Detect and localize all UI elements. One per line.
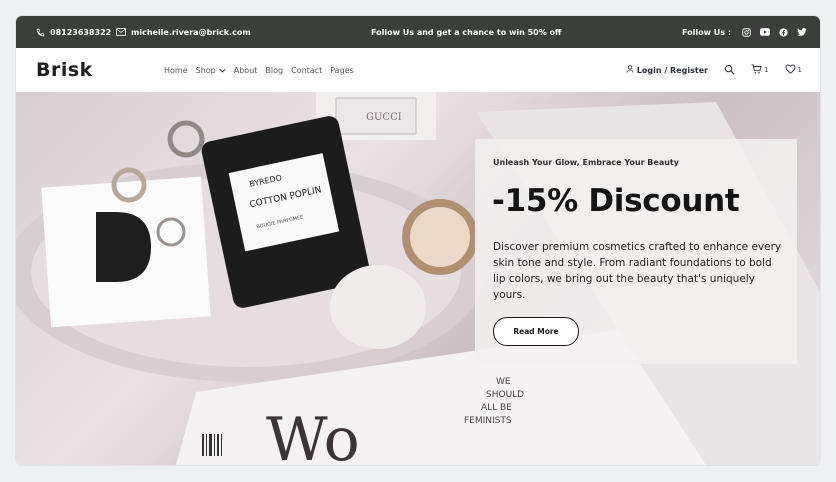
instagram-icon[interactable] [742, 27, 751, 37]
magazine-text-2: SHOULD [486, 390, 524, 400]
chevron-down-icon [219, 66, 226, 75]
magazine-headline-art: Wo [266, 405, 360, 465]
top-bar: 08123638322 michelle.rivera@brick.com Fo… [16, 16, 820, 48]
login-register-link[interactable]: Login / Register [626, 65, 708, 75]
hero-description: Discover premium cosmetics crafted to en… [493, 241, 782, 301]
hero-banner: GUCCI Wo WE SHOULD ALL BE FEMINISTS BYRE… [16, 92, 820, 465]
facebook-icon[interactable] [779, 27, 788, 37]
cart-count: 1 [764, 66, 769, 74]
magazine-text-4: FEMINISTS [464, 416, 512, 426]
email-contact[interactable]: michelle.rivera@brick.com [116, 16, 251, 48]
youtube-icon[interactable] [760, 28, 771, 36]
magazine-text-1: WE [496, 377, 511, 387]
phone-number: 08123638322 [50, 27, 112, 37]
promo-label: Follow Us and get a chance to win 50% of… [371, 27, 562, 37]
promo-card: Unleash Your Glow, Embrace Your Beauty -… [475, 139, 797, 364]
cart-button[interactable]: 1 [751, 64, 769, 76]
magazine-text-3: ALL BE [481, 403, 512, 413]
nav-item-shop[interactable]: Shop [196, 66, 226, 75]
brand-logo[interactable]: Brisk [36, 59, 93, 81]
nav-item-shop-label: Shop [195, 65, 216, 75]
nav-menu: Home Shop About Blog Contact Pages [164, 48, 354, 92]
search-icon[interactable] [724, 64, 735, 77]
envelope-icon [116, 28, 126, 36]
wishlist-count: 1 [797, 66, 802, 74]
hero-headline: -15% Discount [492, 183, 740, 219]
login-label: Login / Register [636, 65, 709, 75]
hero-kicker: Unleash Your Glow, Embrace Your Beauty [493, 158, 679, 167]
follow-label: Follow Us : [682, 27, 732, 37]
email-address: michelle.rivera@brick.com [131, 27, 251, 37]
phone-icon [36, 28, 45, 37]
box-label: GUCCI [366, 112, 402, 123]
user-icon [626, 65, 634, 75]
follow-us: Follow Us : [682, 16, 807, 48]
read-more-button[interactable]: Read More [493, 317, 579, 346]
nav-actions: Login / Register 1 1 [626, 48, 802, 92]
nav-item-contact[interactable]: Contact [291, 66, 322, 75]
browser-frame: 08123638322 michelle.rivera@brick.com Fo… [16, 16, 820, 465]
heart-icon [785, 64, 796, 76]
main-navigation: Brisk Home Shop About Blog Contact Pages… [16, 48, 820, 92]
cart-icon [751, 64, 762, 76]
nav-item-about[interactable]: About [234, 66, 258, 75]
nav-item-pages[interactable]: Pages [330, 66, 354, 75]
nav-item-blog[interactable]: Blog [265, 66, 283, 75]
phone-contact[interactable]: 08123638322 [36, 16, 111, 48]
nav-item-home[interactable]: Home [164, 66, 188, 75]
twitter-icon[interactable] [797, 28, 807, 36]
wishlist-button[interactable]: 1 [785, 64, 802, 76]
promo-text: Follow Us and get a chance to win 50% of… [371, 16, 562, 48]
